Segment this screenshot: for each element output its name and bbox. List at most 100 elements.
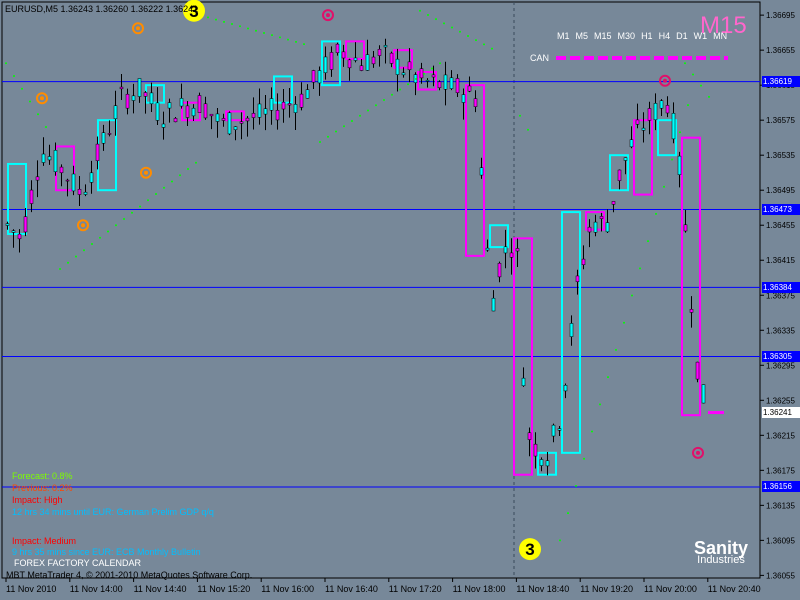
sar-dot xyxy=(700,84,702,87)
y-tick-label: 1.36095 xyxy=(766,536,795,545)
sar-dot xyxy=(663,185,665,188)
candle-body xyxy=(95,143,100,161)
level-price-label: 1.36473 xyxy=(762,203,800,215)
candle-body xyxy=(5,223,10,226)
candle-body xyxy=(641,127,646,131)
sar-dot xyxy=(215,18,217,21)
candle-body xyxy=(665,105,670,114)
candle-body xyxy=(533,443,538,457)
candle-body xyxy=(365,54,370,71)
sar-dot xyxy=(671,158,673,161)
y-tick-label: 1.36335 xyxy=(766,326,795,335)
sar-dot xyxy=(399,88,401,91)
sar-dot xyxy=(247,27,249,30)
x-tick-label: 11 Nov 17:20 xyxy=(389,584,442,594)
level-price-label: 1.36384 xyxy=(762,281,800,293)
m15-box xyxy=(145,84,165,104)
timeframe-d1[interactable]: D1 xyxy=(676,31,688,41)
timeframe-bar: M1 M5 M15 M30 H1 H4 D1 W1 MN xyxy=(557,31,733,42)
sar-dot xyxy=(459,30,461,33)
m15-box xyxy=(55,145,75,192)
sar-dot xyxy=(327,135,329,138)
candle-body xyxy=(653,103,658,121)
candle-body xyxy=(509,252,514,258)
y-tick-label: 1.36575 xyxy=(766,116,795,125)
fractal-dot xyxy=(81,223,85,228)
candle-body xyxy=(323,56,328,74)
timeframe-mn[interactable]: MN xyxy=(713,31,727,41)
y-tick-label: 1.36135 xyxy=(766,501,795,510)
fractal-dot xyxy=(136,26,140,31)
candle-body xyxy=(449,77,454,89)
candle-body xyxy=(659,100,664,109)
sar-dot xyxy=(435,18,437,21)
sar-dot xyxy=(131,211,133,214)
candle-body xyxy=(521,377,526,387)
sar-dot xyxy=(639,267,641,270)
candle-body xyxy=(545,460,550,467)
timeframe-m15[interactable]: M15 xyxy=(594,31,612,41)
candle-body xyxy=(83,191,88,195)
candle-body xyxy=(353,57,358,61)
sar-dot xyxy=(295,40,297,43)
timeframe-m5[interactable]: M5 xyxy=(576,31,589,41)
sar-dot xyxy=(607,376,609,379)
candle-body xyxy=(77,189,82,195)
candle-body xyxy=(347,59,352,69)
candle-body xyxy=(71,173,76,192)
x-tick-label: 11 Nov 2010 xyxy=(6,584,56,594)
candle-body xyxy=(179,98,184,107)
candle-body xyxy=(581,258,586,265)
y-tick-label: 1.36175 xyxy=(766,466,795,475)
candle-body xyxy=(527,432,532,440)
sar-dot xyxy=(623,321,625,324)
candle-body xyxy=(485,247,490,251)
x-tick-label: 11 Nov 16:40 xyxy=(325,584,378,594)
sar-dot xyxy=(687,104,689,107)
candle-body xyxy=(17,233,22,240)
sar-dot xyxy=(451,26,453,29)
sar-dot xyxy=(5,62,7,65)
candle-body xyxy=(461,94,466,103)
fractal-dot xyxy=(696,450,700,455)
candle-body xyxy=(185,105,190,118)
candle-body xyxy=(101,132,106,144)
news-impact-medium: Impact: Medium xyxy=(12,536,77,546)
timeframe-m30[interactable]: M30 xyxy=(618,31,636,41)
candle-body xyxy=(305,89,310,99)
sar-dot xyxy=(559,539,561,542)
candle-body xyxy=(407,61,412,71)
sar-dot xyxy=(483,43,485,46)
sar-dot xyxy=(187,167,189,170)
timeframe-h1[interactable]: H1 xyxy=(641,31,653,41)
sar-dot xyxy=(679,131,681,134)
candle-body xyxy=(677,155,682,175)
sar-dot xyxy=(684,62,686,65)
wave-marker-label: 3 xyxy=(525,540,534,559)
candle-body xyxy=(635,119,640,125)
sar-dot xyxy=(583,457,585,460)
timeframe-m1[interactable]: M1 xyxy=(557,31,570,41)
candle-body xyxy=(695,361,700,380)
candle-body xyxy=(275,110,280,121)
sar-dot xyxy=(171,180,173,183)
candle-body xyxy=(311,70,316,83)
candle-body xyxy=(317,70,322,84)
timeframe-h4[interactable]: H4 xyxy=(659,31,671,41)
candle-body xyxy=(599,216,604,219)
sar-dot xyxy=(195,161,197,164)
candle-body xyxy=(419,68,424,79)
candle-body xyxy=(35,176,40,181)
sar-dot xyxy=(21,87,23,90)
sar-dot xyxy=(575,484,577,487)
candle-body xyxy=(593,221,598,233)
timeframe-w1[interactable]: W1 xyxy=(694,31,708,41)
chart-window[interactable]: 1.366951.366551.366151.365751.365351.364… xyxy=(0,0,800,600)
candle-body xyxy=(575,275,580,282)
candle-body xyxy=(131,95,136,101)
candle-body xyxy=(587,226,592,233)
candle-body xyxy=(173,118,178,123)
symbol-info: EURUSD,M5 1.36243 1.36260 1.36222 1.3624… xyxy=(5,4,199,14)
sar-dot xyxy=(407,83,409,86)
sar-dot xyxy=(343,125,345,128)
